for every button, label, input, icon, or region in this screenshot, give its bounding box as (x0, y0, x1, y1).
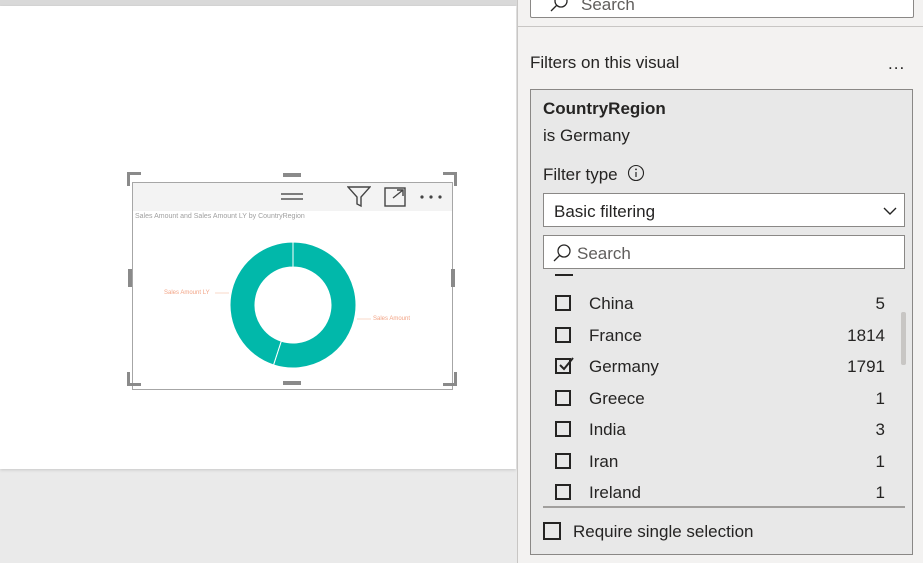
search-icon (550, 0, 568, 12)
report-page[interactable]: Sales Amount and Sales Amount LY by Coun… (0, 6, 516, 469)
donut-chart (215, 241, 371, 369)
filter-item-count: 1 (875, 451, 885, 471)
filter-item-label: Greece (589, 388, 645, 408)
filter-item-count: 3 (875, 420, 885, 439)
list-divider (543, 506, 905, 508)
section-more-options-icon[interactable]: ... (888, 54, 905, 74)
filter-item-checkbox[interactable] (555, 389, 571, 406)
resize-handle-bottom-right[interactable] (443, 372, 457, 386)
partial-list-item (555, 273, 573, 276)
require-single-selection-label: Require single selection (573, 522, 754, 541)
filter-item-label: France (589, 325, 642, 345)
filter-item-checkbox[interactable] (555, 326, 571, 343)
filter-item-label: Ireland (589, 483, 641, 502)
filter-item-label: Germany (589, 357, 659, 376)
resize-handle-top[interactable] (283, 173, 301, 177)
require-single-selection-checkbox[interactable] (543, 522, 561, 540)
filter-value-list: China 5 France 1814 Germany 1791 Greece 1 India 3… (543, 273, 905, 505)
filter-item-checkbox[interactable] (555, 295, 571, 311)
pane-search-input[interactable]: Search (530, 0, 914, 18)
filter-item-iran[interactable]: Iran 1 (543, 446, 893, 477)
resize-handle-left[interactable] (128, 269, 132, 287)
filter-item-label: China (589, 294, 634, 313)
pane-divider (518, 26, 923, 27)
filter-item-germany[interactable]: Germany 1791 (543, 351, 893, 382)
pane-search-placeholder: Search (581, 0, 635, 14)
filter-item-greece[interactable]: Greece 1 (543, 383, 893, 414)
filter-item-china[interactable]: China 5 (543, 288, 893, 319)
donut-label-sales-amount-ly: Sales Amount LY (164, 290, 210, 296)
search-icon (553, 244, 571, 262)
section-title: Filters on this visual (530, 53, 680, 72)
info-icon[interactable] (627, 164, 645, 182)
filter-field-name: CountryRegion (543, 99, 666, 118)
filter-item-count: 1791 (847, 357, 885, 376)
filter-type-label: Filter type (543, 165, 618, 184)
resize-handle-bottom[interactable] (283, 381, 301, 385)
filter-card[interactable]: CountryRegion is Germany Filter type Bas… (530, 89, 913, 555)
filter-item-france[interactable]: France 1814 (543, 320, 893, 351)
filter-item-checkbox[interactable] (555, 357, 574, 374)
filter-item-count: 5 (875, 294, 885, 313)
filter-item-india[interactable]: India 3 (543, 414, 893, 445)
resize-handle-right[interactable] (451, 269, 455, 287)
report-canvas: Sales Amount and Sales Amount LY by Coun… (0, 0, 518, 563)
filter-item-label: India (589, 420, 626, 439)
filter-item-ireland[interactable]: Ireland 1 (543, 477, 893, 505)
list-scrollbar[interactable] (901, 312, 906, 365)
filter-type-dropdown[interactable]: Basic filtering (543, 193, 905, 227)
resize-handle-bottom-left[interactable] (127, 372, 141, 386)
filter-type-value: Basic filtering (554, 202, 656, 221)
donut-label-sales-amount: Sales Amount (373, 316, 411, 322)
filter-item-checkbox[interactable] (555, 484, 571, 500)
filter-item-count: 1 (875, 483, 885, 502)
filter-item-checkbox[interactable] (555, 421, 571, 437)
filter-search-placeholder: Search (577, 244, 631, 263)
resize-handle-top-right[interactable] (443, 172, 457, 186)
filters-pane: Search Filters on this visual ... Countr… (517, 0, 923, 563)
filter-item-count: 1814 (847, 325, 885, 345)
filter-condition: is Germany (543, 126, 630, 145)
checkmark-icon (559, 357, 574, 371)
chevron-down-icon (883, 207, 897, 215)
donut-chart-visual[interactable]: Sales Amount and Sales Amount LY by Coun… (132, 182, 453, 390)
filter-item-label: Iran (589, 451, 619, 471)
filter-search-input[interactable]: Search (543, 235, 905, 269)
filter-item-checkbox[interactable] (555, 452, 571, 469)
resize-handle-top-left[interactable] (127, 172, 141, 186)
filter-item-count: 1 (875, 388, 885, 408)
